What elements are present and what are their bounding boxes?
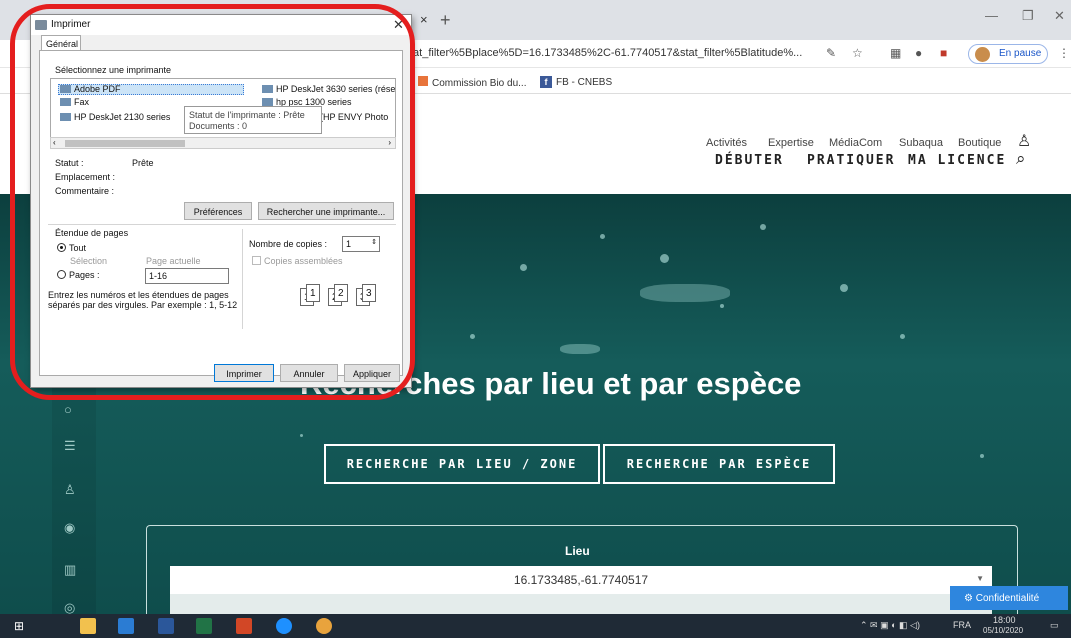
nav-mediacom[interactable]: MédiaCom xyxy=(829,137,882,149)
nav-ma-licence[interactable]: MA LICENCE xyxy=(908,153,1006,168)
profile-label: En pause xyxy=(999,48,1042,59)
excel-icon[interactable] xyxy=(196,618,212,634)
extension-icon[interactable]: ▦ xyxy=(890,46,901,60)
bookmark-item[interactable]: Commission Bio du... xyxy=(418,76,526,89)
place-value: 16.1733485,-61.7740517 xyxy=(513,573,649,587)
close-window-button[interactable]: ✕ xyxy=(1054,8,1065,24)
search-icon[interactable]: ⌕ xyxy=(1016,149,1026,169)
bookmark-icon xyxy=(418,76,428,86)
star-icon[interactable]: ☆ xyxy=(852,46,863,60)
edge-icon[interactable] xyxy=(276,618,292,634)
file-explorer-icon[interactable] xyxy=(80,618,96,634)
extension-icon[interactable]: ● xyxy=(915,46,922,60)
language-indicator[interactable]: FRA xyxy=(953,620,971,630)
minimize-button[interactable]: — xyxy=(985,8,998,23)
nav-expertise[interactable]: Expertise xyxy=(768,137,814,149)
map-preview[interactable] xyxy=(170,594,992,614)
windows-taskbar: ⊞ ⌃ ✉ ▣ ◐ ◧ ◁) FRA 18:00 05/10/2020 ▭ xyxy=(0,614,1071,638)
place-select[interactable]: 16.1733485,-61.7740517 ▼ xyxy=(170,566,992,594)
user-icon[interactable]: ♙ xyxy=(64,482,76,498)
clock-date[interactable]: 05/10/2020 xyxy=(983,626,1023,635)
chevron-down-icon: ▼ xyxy=(976,574,984,583)
user-icon[interactable]: ♙ xyxy=(1017,131,1031,151)
bookmark-item[interactable]: f FB - CNEBS xyxy=(540,76,612,88)
chrome-icon[interactable] xyxy=(316,618,332,634)
nav-pratiquer[interactable]: PRATIQUER xyxy=(807,153,895,168)
url-text[interactable]: tat_filter%5Bplace%5D=16.1733485%2C-61.7… xyxy=(410,47,815,59)
book-icon[interactable]: ▥ xyxy=(64,562,76,578)
tray-icons[interactable]: ⌃ ✉ ▣ ◐ ◧ ◁) xyxy=(860,620,920,631)
nav-subaqua[interactable]: Subaqua xyxy=(899,137,943,149)
word-icon[interactable] xyxy=(158,618,174,634)
facebook-icon: f xyxy=(540,76,552,88)
powerpoint-icon[interactable] xyxy=(236,618,252,634)
clock-time[interactable]: 18:00 xyxy=(993,615,1016,625)
nav-activites[interactable]: Activités xyxy=(706,137,747,149)
tab-close-icon[interactable]: × xyxy=(420,12,428,27)
avatar xyxy=(975,47,990,62)
circle-icon[interactable]: ○ xyxy=(64,402,72,417)
new-tab-button[interactable]: + xyxy=(440,10,451,31)
place-label: Lieu xyxy=(565,544,590,558)
search-by-species-button[interactable]: RECHERCHE PAR ESPÈCE xyxy=(603,444,835,484)
privacy-button[interactable]: ⚙ Confidentialité xyxy=(950,586,1068,610)
list-icon[interactable]: ☰ xyxy=(64,438,76,454)
highlight-annotation xyxy=(10,4,415,400)
maximize-button[interactable]: ❐ xyxy=(1022,8,1034,24)
notifications-icon[interactable]: ▭ xyxy=(1050,620,1059,631)
nav-debuter[interactable]: DÉBUTER xyxy=(715,153,784,168)
outlook-icon[interactable] xyxy=(118,618,134,634)
windows-start-icon[interactable]: ⊞ xyxy=(14,619,24,633)
eye-icon[interactable]: ◉ xyxy=(64,520,75,536)
nav-boutique[interactable]: Boutique xyxy=(958,137,1001,149)
extension-icon[interactable]: ✎ xyxy=(826,46,836,60)
menu-icon[interactable]: ⋮ xyxy=(1058,46,1070,60)
profile-button[interactable]: En pause xyxy=(968,44,1048,64)
search-by-place-button[interactable]: RECHERCHE PAR LIEU / ZONE xyxy=(324,444,600,484)
extension-icon[interactable]: ■ xyxy=(940,46,947,60)
